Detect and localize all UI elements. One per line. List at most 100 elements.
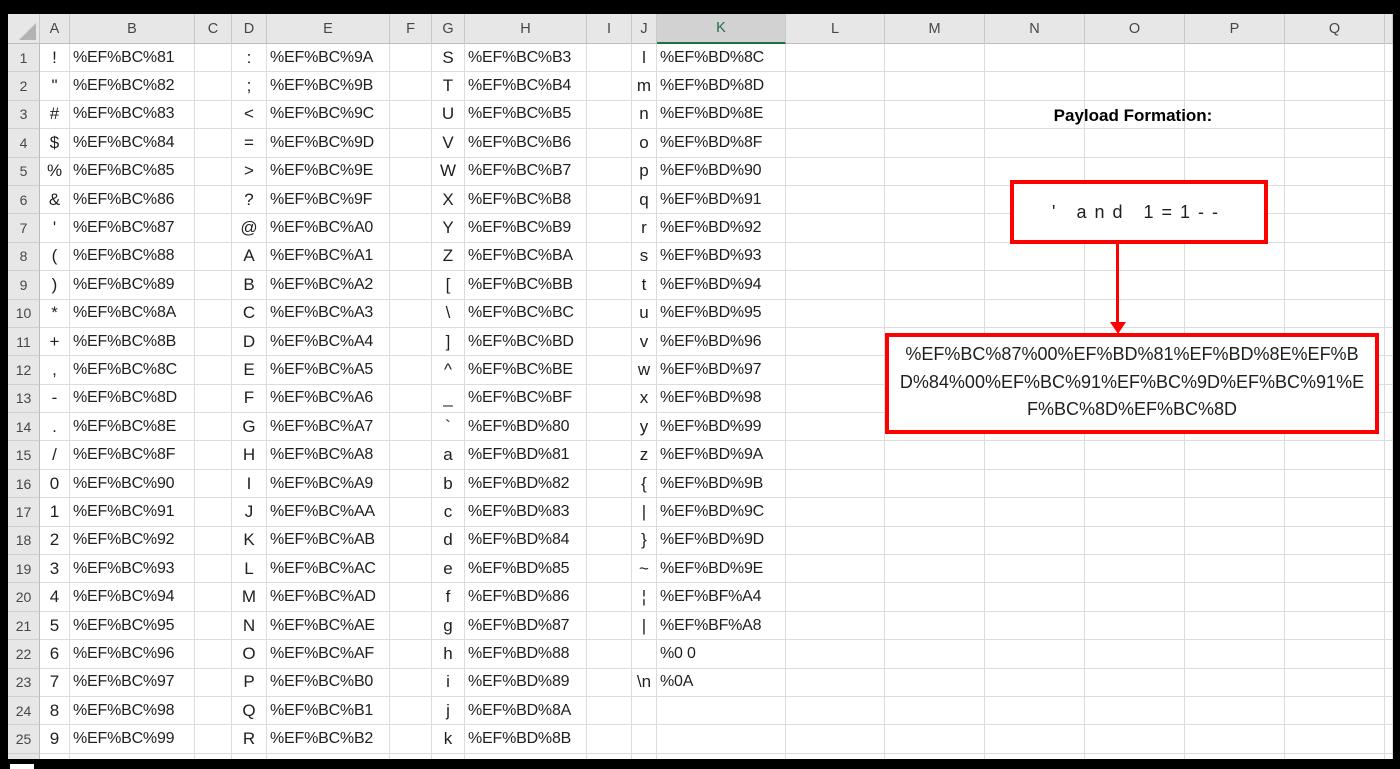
cell-C8[interactable] [195, 242, 232, 272]
cell-F8[interactable] [390, 242, 432, 272]
cell-E21[interactable]: %EF%BC%AE [267, 611, 390, 641]
cell-M7[interactable] [885, 214, 985, 243]
cell-O1[interactable] [1085, 44, 1185, 73]
down-arrow[interactable] [1116, 244, 1119, 324]
cell-L16[interactable] [786, 469, 885, 499]
cell-F12[interactable] [390, 356, 432, 385]
row-header-13[interactable]: 13 [8, 384, 40, 414]
cell-C13[interactable] [195, 384, 232, 414]
cell-D13[interactable]: F [232, 384, 267, 414]
column-header-L[interactable]: L [786, 14, 885, 44]
cell-P24[interactable] [1185, 696, 1285, 726]
cell-A4[interactable]: $ [40, 129, 70, 158]
cell-B10[interactable]: %EF%BC%8A [70, 299, 195, 328]
cell-I13[interactable] [587, 384, 632, 414]
cell-J12[interactable]: w [632, 356, 657, 385]
cell-L2[interactable] [786, 72, 885, 101]
cell-E14[interactable]: %EF%BC%A7 [267, 413, 390, 442]
cell-J26[interactable] [632, 753, 657, 759]
cell-G4[interactable]: V [432, 129, 465, 158]
row-header-1[interactable]: 1 [8, 44, 40, 73]
cell-M16[interactable] [885, 469, 985, 499]
cell-B14[interactable]: %EF%BC%8E [70, 413, 195, 442]
cell-K2[interactable]: %EF%BD%8D [657, 72, 786, 101]
cell-K18[interactable]: %EF%BD%9D [657, 526, 786, 556]
cell-H17[interactable]: %EF%BD%83 [465, 498, 587, 527]
cell-I12[interactable] [587, 356, 632, 385]
column-header-G[interactable]: G [432, 14, 465, 44]
row-header-18[interactable]: 18 [8, 526, 40, 556]
cell-G19[interactable]: e [432, 555, 465, 584]
cell-B21[interactable]: %EF%BC%95 [70, 611, 195, 641]
row-header-12[interactable]: 12 [8, 356, 40, 385]
cell-A19[interactable]: 3 [40, 555, 70, 584]
cell-E7[interactable]: %EF%BC%A0 [267, 214, 390, 243]
cell-A17[interactable]: 1 [40, 498, 70, 527]
cell-N19[interactable] [985, 555, 1085, 584]
cell-Q20[interactable] [1285, 583, 1385, 612]
cell-O24[interactable] [1085, 696, 1185, 726]
cell-L9[interactable] [786, 271, 885, 300]
cell-G17[interactable]: c [432, 498, 465, 527]
cell-M18[interactable] [885, 526, 985, 556]
cell-E3[interactable]: %EF%BC%9C [267, 100, 390, 130]
cell-J2[interactable]: m [632, 72, 657, 101]
cell-H26[interactable] [465, 753, 587, 759]
cell-D10[interactable]: C [232, 299, 267, 328]
cell-M4[interactable] [885, 129, 985, 158]
cell-C16[interactable] [195, 469, 232, 499]
cell-A22[interactable]: 6 [40, 640, 70, 669]
cell-O17[interactable] [1085, 498, 1185, 527]
cell-M10[interactable] [885, 299, 985, 328]
cell-L10[interactable] [786, 299, 885, 328]
cell-C15[interactable] [195, 441, 232, 470]
cell-Q9[interactable] [1285, 271, 1385, 300]
cell-F19[interactable] [390, 555, 432, 584]
cell-K16[interactable]: %EF%BD%9B [657, 469, 786, 499]
cell-I24[interactable] [587, 696, 632, 726]
cell-I25[interactable] [587, 725, 632, 754]
cell-H11[interactable]: %EF%BC%BD [465, 327, 587, 357]
cell-A9[interactable]: ) [40, 271, 70, 300]
payload-encoded-box[interactable]: %EF%BC%87%00%EF%BD%81%EF%BD%8E%EF%BD%84%… [885, 333, 1379, 434]
cell-F13[interactable] [390, 384, 432, 414]
cell-F1[interactable] [390, 44, 432, 73]
cell-I8[interactable] [587, 242, 632, 272]
cell-E2[interactable]: %EF%BC%9B [267, 72, 390, 101]
cell-P9[interactable] [1185, 271, 1285, 300]
cell-C5[interactable] [195, 157, 232, 186]
cell-M1[interactable] [885, 44, 985, 73]
cell-K1[interactable]: %EF%BD%8C [657, 44, 786, 73]
cell-Q7[interactable] [1285, 214, 1385, 243]
cell-B1[interactable]: %EF%BC%81 [70, 44, 195, 73]
cell-B11[interactable]: %EF%BC%8B [70, 327, 195, 357]
cell-N10[interactable] [985, 299, 1085, 328]
row-header-16[interactable]: 16 [8, 469, 40, 499]
cell-E17[interactable]: %EF%BC%AA [267, 498, 390, 527]
column-header-M[interactable]: M [885, 14, 985, 44]
cell-O8[interactable] [1085, 242, 1185, 272]
cell-J22[interactable] [632, 640, 657, 669]
cell-I18[interactable] [587, 526, 632, 556]
cell-I22[interactable] [587, 640, 632, 669]
cell-E26[interactable] [267, 753, 390, 759]
cell-I10[interactable] [587, 299, 632, 328]
cell-K24[interactable] [657, 696, 786, 726]
cell-M6[interactable] [885, 185, 985, 215]
cell-O22[interactable] [1085, 640, 1185, 669]
cell-Q4[interactable] [1285, 129, 1385, 158]
cell-B19[interactable]: %EF%BC%93 [70, 555, 195, 584]
cell-K17[interactable]: %EF%BD%9C [657, 498, 786, 527]
cell-A18[interactable]: 2 [40, 526, 70, 556]
cell-A11[interactable]: + [40, 327, 70, 357]
cell-D24[interactable]: Q [232, 696, 267, 726]
cell-B12[interactable]: %EF%BC%8C [70, 356, 195, 385]
cell-N23[interactable] [985, 668, 1085, 697]
row-header-9[interactable]: 9 [8, 271, 40, 300]
cell-C2[interactable] [195, 72, 232, 101]
cell-N8[interactable] [985, 242, 1085, 272]
cell-G5[interactable]: W [432, 157, 465, 186]
cell-B22[interactable]: %EF%BC%96 [70, 640, 195, 669]
cell-K19[interactable]: %EF%BD%9E [657, 555, 786, 584]
row-header-6[interactable]: 6 [8, 185, 40, 215]
